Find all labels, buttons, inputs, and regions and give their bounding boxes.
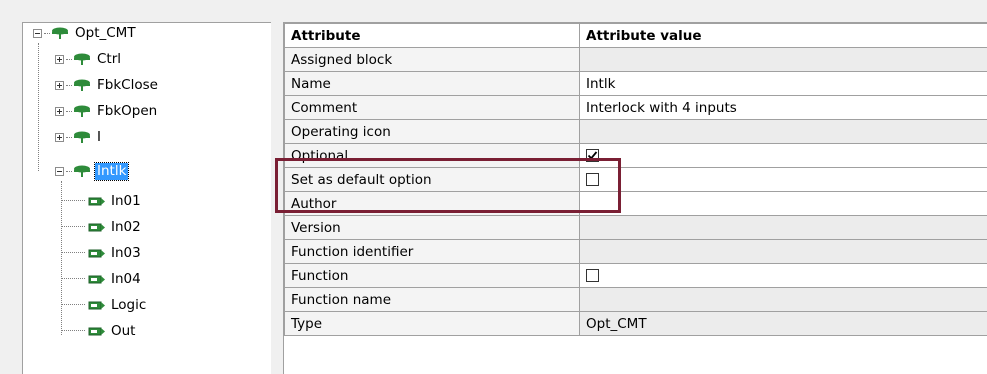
structure-node-icon — [73, 165, 91, 177]
attribute-value — [580, 216, 987, 240]
tree-line — [61, 304, 85, 305]
optional-checkbox[interactable] — [586, 149, 599, 162]
tree-leaf-in02[interactable]: In02 — [87, 217, 143, 237]
attribute-value — [580, 264, 987, 288]
attribute-name: Operating icon — [285, 120, 580, 144]
table-row[interactable]: Comment Interlock with 4 inputs — [285, 96, 987, 120]
attribute-name: Version — [285, 216, 580, 240]
attribute-name: Author — [285, 192, 580, 216]
tree-node-fbkclose[interactable]: FbkClose — [55, 75, 160, 95]
attribute-value — [580, 144, 987, 168]
input-connector-icon — [87, 195, 105, 207]
attribute-name: Optional — [285, 144, 580, 168]
table-row[interactable]: Optional — [285, 144, 987, 168]
attribute-value — [580, 288, 987, 312]
table-row[interactable]: Function — [285, 264, 987, 288]
table-row[interactable]: Type Opt_CMT — [285, 312, 987, 336]
attribute-name: Set as default option — [285, 168, 580, 192]
attribute-value — [580, 168, 987, 192]
table-row[interactable]: Function identifier — [285, 240, 987, 264]
attribute-value — [580, 240, 987, 264]
column-header-attribute[interactable]: Attribute — [285, 24, 580, 48]
attribute-value[interactable]: Interlock with 4 inputs — [580, 96, 987, 120]
tree-leaf-logic[interactable]: Logic — [87, 295, 148, 315]
check-icon — [587, 150, 598, 161]
attribute-table-panel: Attribute Attribute value Assigned block… — [283, 22, 987, 374]
tree-line — [61, 226, 85, 227]
expand-icon[interactable] — [55, 107, 64, 116]
table-row[interactable]: Set as default option — [285, 168, 987, 192]
expand-icon[interactable] — [55, 81, 64, 90]
output-connector-icon — [87, 325, 105, 337]
tree-line — [61, 252, 85, 253]
expand-icon[interactable] — [55, 133, 64, 142]
function-checkbox[interactable] — [586, 269, 599, 282]
tree-line — [61, 330, 85, 331]
structure-node-icon — [73, 105, 91, 117]
input-connector-icon — [87, 221, 105, 233]
input-connector-icon — [87, 273, 105, 285]
structure-node-icon — [73, 131, 91, 143]
expand-icon[interactable] — [55, 55, 64, 64]
tree-node-ctrl[interactable]: Ctrl — [55, 49, 123, 69]
input-connector-icon — [87, 247, 105, 259]
attribute-value — [580, 48, 987, 72]
collapse-icon[interactable] — [33, 29, 42, 38]
tree-leaf-out[interactable]: Out — [87, 321, 137, 341]
attribute-name: Comment — [285, 96, 580, 120]
attribute-name: Assigned block — [285, 48, 580, 72]
attribute-name: Function name — [285, 288, 580, 312]
structure-node-icon — [51, 27, 69, 39]
table-header-row: Attribute Attribute value — [285, 24, 987, 48]
tree-leaf-in01[interactable]: In01 — [87, 191, 143, 211]
table-row[interactable]: Author — [285, 192, 987, 216]
attribute-value[interactable] — [580, 192, 987, 216]
table-row[interactable]: Operating icon — [285, 120, 987, 144]
attribute-name: Function identifier — [285, 240, 580, 264]
tree-panel[interactable]: Opt_CMT Ctrl FbkClose FbkOpen I Intlk In… — [22, 22, 271, 374]
structure-node-icon — [73, 79, 91, 91]
tree-node-i[interactable]: I — [55, 127, 103, 147]
tree-line — [38, 43, 39, 171]
table-row[interactable]: Assigned block — [285, 48, 987, 72]
attribute-name: Type — [285, 312, 580, 336]
tree-node-intlk[interactable]: Intlk — [55, 161, 128, 181]
table-row[interactable]: Function name — [285, 288, 987, 312]
attribute-value: Opt_CMT — [580, 312, 987, 336]
attribute-value[interactable]: Intlk — [580, 72, 987, 96]
attribute-value — [580, 120, 987, 144]
attribute-name: Function — [285, 264, 580, 288]
tree-node-opt-cmt[interactable]: Opt_CMT — [33, 23, 138, 43]
tree-leaf-in04[interactable]: In04 — [87, 269, 143, 289]
tree-line — [61, 200, 85, 201]
tree-line — [61, 278, 85, 279]
attribute-table: Attribute Attribute value Assigned block… — [284, 23, 987, 336]
attribute-name: Name — [285, 72, 580, 96]
structure-node-icon — [73, 53, 91, 65]
tree-line — [61, 181, 62, 335]
collapse-icon[interactable] — [55, 167, 64, 176]
column-header-attribute-value[interactable]: Attribute value — [580, 24, 987, 48]
tree-leaf-in03[interactable]: In03 — [87, 243, 143, 263]
table-row[interactable]: Version — [285, 216, 987, 240]
tree-node-fbkopen[interactable]: FbkOpen — [55, 101, 159, 121]
table-row[interactable]: Name Intlk — [285, 72, 987, 96]
set-as-default-option-checkbox[interactable] — [586, 173, 599, 186]
input-connector-icon — [87, 299, 105, 311]
